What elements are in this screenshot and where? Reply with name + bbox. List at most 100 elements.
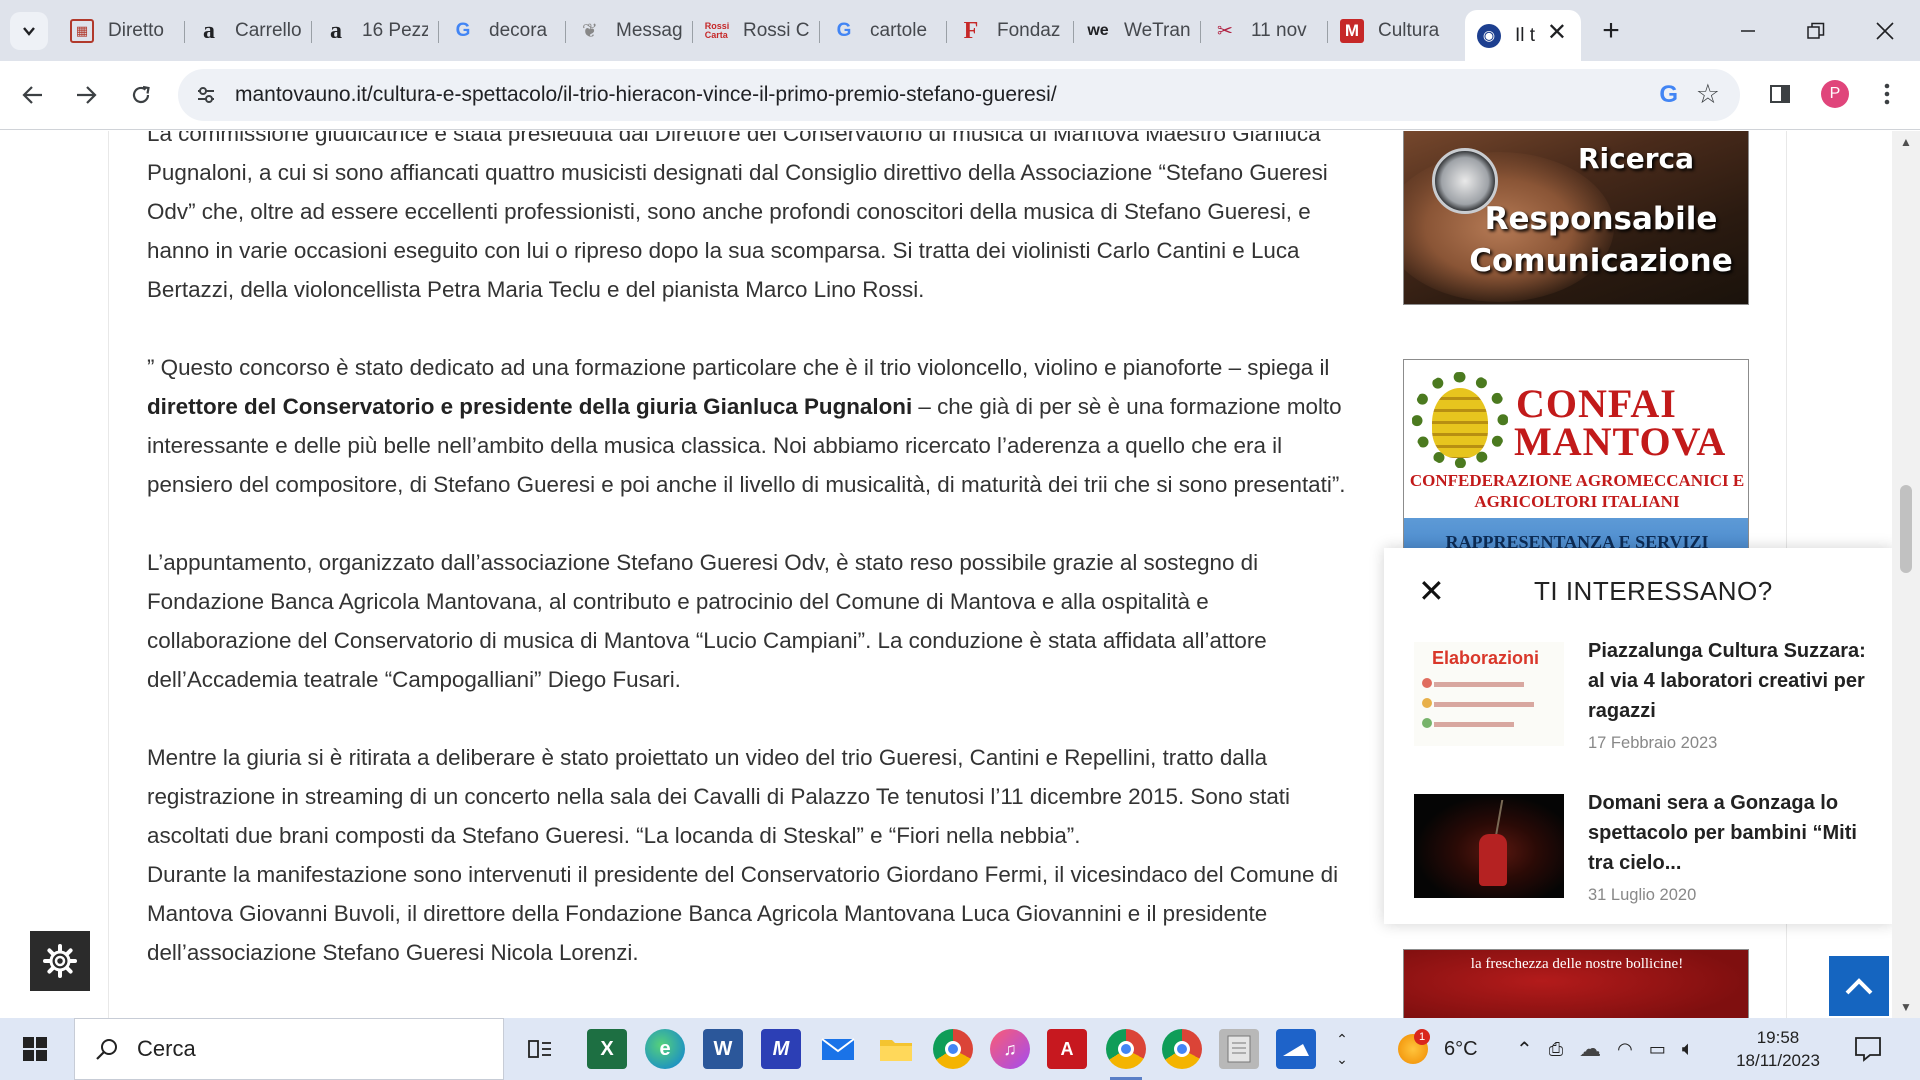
popup-title: TI INTERESSANO? <box>1534 576 1773 606</box>
article-paragraph: Durante la manifestazione sono intervenu… <box>147 862 1339 965</box>
taskbar-scroll-arrows[interactable]: ⌃ ⌄ <box>1330 1018 1354 1080</box>
chrome-icon[interactable] <box>933 1029 973 1069</box>
profile-button[interactable]: P <box>1818 77 1852 111</box>
tab-2[interactable]: a 16 Pezzi <box>312 10 439 52</box>
page-scrollbar[interactable]: ▲ ▼ <box>1892 131 1920 1018</box>
article-thumbnail[interactable]: Elaborazioni <box>1414 642 1564 746</box>
meet-now-icon[interactable]: ⎙ <box>1549 1039 1563 1060</box>
ad-banner-bollicine[interactable]: la freschezza delle nostre bollicine! <box>1403 949 1749 1018</box>
edge-icon[interactable]: e <box>645 1029 685 1069</box>
back-button[interactable] <box>12 74 54 116</box>
close-tab-icon[interactable]: ✕ <box>1547 21 1567 45</box>
related-article-title[interactable]: Domani sera a Gonzaga lo spettacolo per … <box>1588 788 1884 878</box>
url-text[interactable]: mantovauno.it/cultura-e-spettacolo/il-tr… <box>235 83 1057 107</box>
wheat-icon <box>1432 388 1488 458</box>
ad-banner-ricerca[interactable]: Ricerca Responsabile Comunicazione <box>1403 131 1749 305</box>
tab-7[interactable]: F Fondaz <box>947 10 1074 52</box>
back-to-top-button[interactable] <box>1829 956 1889 1016</box>
tab-title: Messag <box>616 20 682 41</box>
tab-8[interactable]: we WeTran <box>1074 10 1201 52</box>
tab-1[interactable]: a Carrello <box>185 10 312 52</box>
chrome-profile-icon[interactable] <box>1106 1029 1146 1080</box>
ad-banner-confai[interactable]: CONFAI MANTOVA CONFEDERAZIONE AGROMECCAN… <box>1403 359 1749 569</box>
scanner-app-icon[interactable] <box>1276 1029 1316 1069</box>
thumbnail-line <box>1434 702 1534 707</box>
bookmark-star-icon[interactable]: ☆ <box>1696 79 1720 110</box>
google-icon: G <box>455 20 471 41</box>
site-info-icon[interactable] <box>194 83 218 107</box>
search-label: Cerca <box>137 1036 196 1061</box>
acrobat-icon[interactable]: A <box>1047 1029 1087 1069</box>
content-border <box>108 131 109 1018</box>
tab-9[interactable]: ✂ 11 nov <box>1201 10 1328 52</box>
restore-button[interactable] <box>1786 12 1846 50</box>
temperature: 6°C <box>1444 1037 1478 1060</box>
arrow-right-icon <box>77 86 97 104</box>
minimize-button[interactable] <box>1718 12 1778 50</box>
file-explorer-icon[interactable] <box>876 1029 916 1069</box>
related-articles-popup: ✕ TI INTERESSANO? Elaborazioni Piazzalun… <box>1384 548 1894 924</box>
scrollbar-thumb[interactable] <box>1900 485 1912 573</box>
thumbnail-line <box>1434 682 1524 687</box>
onedrive-icon[interactable]: ☁ <box>1579 1036 1601 1062</box>
display-icon[interactable]: ▭ <box>1649 1039 1666 1060</box>
excel-icon[interactable]: X <box>587 1029 627 1069</box>
article-thumbnail[interactable] <box>1414 794 1564 898</box>
start-button[interactable] <box>0 1018 70 1080</box>
document-viewer-icon[interactable] <box>1219 1029 1259 1069</box>
forward-button[interactable] <box>65 74 107 116</box>
math-app-icon[interactable]: M <box>761 1029 801 1069</box>
notifications-button[interactable] <box>1854 1018 1882 1080</box>
arrow-left-icon <box>22 86 42 104</box>
tab-5[interactable]: Rossi Carta Rossi C <box>693 10 820 52</box>
article-paragraph: ” Questo concorso è stato dedicato ad un… <box>147 348 1347 504</box>
google-lens-icon[interactable]: G <box>1659 81 1678 109</box>
google-icon: G <box>836 20 852 41</box>
word-icon[interactable]: W <box>703 1029 743 1069</box>
weather-badge: 1 <box>1414 1029 1430 1045</box>
thumbnail-dot <box>1422 698 1432 708</box>
tab-title: Cultura <box>1378 20 1440 41</box>
notification-icon <box>1855 1037 1881 1062</box>
quote-speaker: direttore del Conservatorio e presidente… <box>147 394 913 419</box>
scroll-up-arrow-icon[interactable]: ▲ <box>1892 135 1920 149</box>
side-panel-button[interactable] <box>1763 77 1797 111</box>
tab-6[interactable]: G cartole <box>820 10 947 52</box>
reload-button[interactable] <box>120 74 162 116</box>
privacy-settings-button[interactable] <box>30 931 90 991</box>
task-view-icon[interactable] <box>520 1029 560 1069</box>
tab-3[interactable]: G decora <box>439 10 566 52</box>
tab-search-button[interactable] <box>10 12 48 50</box>
taskbar-search[interactable]: Cerca <box>74 1018 504 1080</box>
clock-date: 18/11/2023 <box>1736 1051 1820 1070</box>
tab-4[interactable]: ❦ Messag <box>566 10 693 52</box>
chevron-up-icon[interactable]: ⌃ <box>1336 1029 1348 1049</box>
close-window-button[interactable] <box>1855 12 1915 50</box>
chrome-icon[interactable] <box>1162 1029 1202 1069</box>
tab-active[interactable]: ◉ Il t ✕ <box>1465 10 1581 61</box>
weather-widget[interactable]: 1 6°C <box>1398 1018 1478 1080</box>
address-bar[interactable]: mantovauno.it/cultura-e-spettacolo/il-tr… <box>178 69 1740 121</box>
amazon-icon: a <box>330 17 342 44</box>
clock-time: 19:58 <box>1756 1028 1800 1047</box>
article-paragraph: Mentre la giuria si è ritirata a deliber… <box>147 745 1290 848</box>
m-icon: M <box>1340 19 1364 43</box>
menu-button[interactable] <box>1870 77 1904 111</box>
tray-overflow-icon[interactable]: ⌃ <box>1516 1037 1533 1062</box>
tab-10[interactable]: M Cultura <box>1328 10 1463 52</box>
mail-icon[interactable] <box>818 1029 858 1069</box>
wifi-icon[interactable]: ◠ <box>1617 1039 1633 1060</box>
scroll-down-arrow-icon[interactable]: ▼ <box>1892 1000 1920 1014</box>
scissors-icon: ✂ <box>1217 20 1233 42</box>
ad-subtitle: CONFEDERAZIONE AGROMECCANICI E AGRICOLTO… <box>1409 471 1745 511</box>
thumbnail-line <box>1434 722 1514 727</box>
volume-icon[interactable]: 🔈︎ <box>1682 1038 1694 1061</box>
chevron-down-icon[interactable]: ⌄ <box>1336 1049 1348 1069</box>
tab-0[interactable]: ▦ Diretto <box>58 10 185 52</box>
new-tab-button[interactable]: + <box>1593 13 1629 49</box>
itunes-icon[interactable]: ♫ <box>990 1029 1030 1069</box>
tab-title: 16 Pezzi <box>362 20 428 41</box>
related-article-title[interactable]: Piazzalunga Cultura Suzzara: al via 4 la… <box>1588 636 1884 726</box>
taskbar-clock[interactable]: 19:58 18/11/2023 <box>1730 1026 1826 1072</box>
close-popup-icon[interactable]: ✕ <box>1418 575 1445 607</box>
